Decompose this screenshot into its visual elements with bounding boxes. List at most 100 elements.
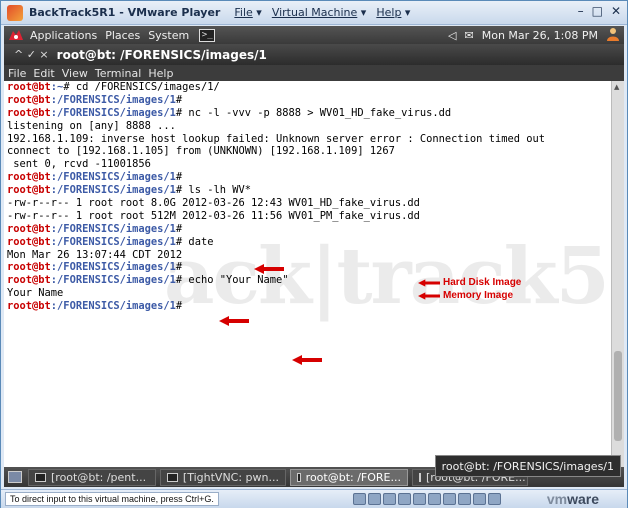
terminal-scrollbar[interactable]: ▲ ▼: [611, 81, 624, 467]
hard-disk-icon[interactable]: [353, 493, 366, 505]
gnome-top-panel: Applications Places System >_ ◁ ✉ Mon Ma…: [4, 26, 624, 44]
vmware-player-window: BackTrack5R1 - VMware Player File ▾ Virt…: [0, 0, 628, 508]
taskbar-item-forensics-active[interactable]: root@bt: /FORE...: [290, 468, 408, 486]
terminal-menu-help[interactable]: Help: [148, 67, 173, 80]
hd-image-arrow-icon: [418, 279, 440, 287]
taskbar-item-pent[interactable]: [root@bt: /pent...: [28, 468, 156, 486]
terminal-line: root@bt:/FORENSICS/images/1#: [7, 171, 545, 184]
vmware-menu-file[interactable]: File ▾: [234, 6, 261, 19]
prompt-path: :~: [50, 81, 64, 93]
terminal-line: root@bt:/FORENSICS/images/1#: [7, 300, 545, 313]
floppy-icon[interactable]: [383, 493, 396, 505]
vmware-window-title: BackTrack5R1 - VMware Player: [29, 6, 221, 19]
command-text: #: [175, 93, 183, 106]
terminal-launcher-icon[interactable]: >_: [199, 28, 216, 42]
terminal-menu-view[interactable]: View: [62, 67, 88, 80]
terminal-menubar: File Edit View Terminal Help: [4, 65, 624, 81]
system-menu[interactable]: System: [148, 29, 189, 42]
command-text: #: [175, 171, 183, 184]
display-icon[interactable]: [473, 493, 486, 505]
printer-icon[interactable]: [443, 493, 456, 505]
gnome-taskbar: [root@bt: /pent... [TightVNC: pwn... roo…: [4, 455, 624, 487]
prompt-user: root@bt: [7, 106, 51, 119]
command-text: # cd /FORENSICS/images/1/: [63, 81, 220, 93]
device-extra-icon[interactable]: [488, 493, 501, 505]
maximize-button[interactable]: □: [592, 4, 603, 18]
memory-image-label: Memory Image: [443, 290, 514, 301]
vmware-app-icon: [7, 4, 23, 21]
prompt-user: root@bt: [7, 93, 51, 106]
input-hint: To direct input to this virtual machine,…: [5, 492, 219, 506]
terminal-line: sent 0, rcvd -11001856: [7, 158, 151, 171]
vmware-logo: vmware: [546, 491, 599, 507]
prompt-user: root@bt: [7, 184, 51, 197]
terminal-line: 192.168.1.109: inverse host lookup faile…: [7, 132, 545, 145]
prompt-user: root@bt: [7, 235, 51, 248]
scrollbar-thumb[interactable]: [614, 351, 622, 441]
terminal-title-controls[interactable]: ^ ✓ ×: [14, 48, 49, 61]
command-text: # date: [175, 235, 214, 248]
prompt-user: root@bt: [7, 81, 51, 93]
close-button[interactable]: ✕: [611, 4, 621, 18]
prompt-user: root@bt: [7, 171, 51, 184]
vmware-status-bar: To direct input to this virtual machine,…: [1, 489, 627, 508]
message-icon[interactable]: [458, 493, 471, 505]
terminal-icon: [419, 472, 421, 482]
terminal-line: -rw-r--r-- 1 root root 8.0G 2012-03-26 1…: [7, 197, 420, 210]
scroll-up-icon[interactable]: ▲: [614, 83, 619, 91]
prompt-path: :/FORENSICS/images/1: [50, 222, 176, 235]
terminal-output[interactable]: ack|track5 root@bt:~# cd /FORENSICS/imag…: [4, 81, 611, 467]
prompt-path: :/FORENSICS/images/1: [50, 261, 176, 274]
vmware-menu-virtual-machine[interactable]: Virtual Machine ▾: [272, 6, 367, 19]
prompt-user: root@bt: [7, 222, 51, 235]
usb-icon[interactable]: [413, 493, 426, 505]
applications-menu[interactable]: Applications: [30, 29, 97, 42]
user-icon[interactable]: [606, 27, 620, 44]
terminal-line: connect to [192.168.1.105] from (UNKNOWN…: [7, 145, 395, 158]
terminal-line: root@bt:/FORENSICS/images/1# ls -lh WV*: [7, 184, 545, 197]
date-command-arrow-icon: [219, 316, 249, 326]
sound-icon[interactable]: [428, 493, 441, 505]
hard-disk-image-label: Hard Disk Image: [443, 277, 522, 288]
terminal-icon: [35, 472, 46, 482]
terminal-titlebar[interactable]: ^ ✓ × root@bt: /FORENSICS/images/1: [4, 44, 624, 65]
ls-command-arrow-icon: [254, 264, 284, 274]
prompt-path: :/FORENSICS/images/1: [50, 274, 176, 287]
terminal-line: root@bt:/FORENSICS/images/1#: [7, 223, 545, 236]
terminal-icon: [297, 472, 301, 482]
prompt-path: :/FORENSICS/images/1: [50, 235, 176, 248]
prompt-user: root@bt: [7, 300, 51, 313]
terminal-line: root@bt:/FORENSICS/images/1# date: [7, 236, 545, 249]
terminal-line: root@bt:~# cd /FORENSICS/images/1/: [7, 81, 545, 94]
command-text: #: [175, 222, 183, 235]
command-text: #: [175, 300, 183, 313]
panel-clock[interactable]: Mon Mar 26, 1:08 PM: [482, 29, 598, 42]
cdrom-icon[interactable]: [368, 493, 381, 505]
terminal-menu-file[interactable]: File: [8, 67, 26, 80]
backtrack-dragon-icon[interactable]: [8, 28, 24, 42]
terminal-menu-edit[interactable]: Edit: [33, 67, 54, 80]
minimize-button[interactable]: –: [578, 4, 584, 18]
command-text: # ls -lh WV*: [175, 184, 251, 197]
prompt-path: :/FORENSICS/images/1: [50, 93, 176, 106]
network-icon[interactable]: [398, 493, 411, 505]
volume-icon[interactable]: ◁: [448, 29, 456, 42]
prompt-path: :/FORENSICS/images/1: [50, 106, 176, 119]
terminal-menu-terminal[interactable]: Terminal: [95, 67, 142, 80]
mail-icon[interactable]: ✉: [465, 29, 474, 42]
command-text: #: [175, 261, 183, 274]
show-desktop-icon[interactable]: [8, 471, 22, 483]
prompt-path: :/FORENSICS/images/1: [50, 184, 176, 197]
vmware-window-controls: – □ ✕: [578, 4, 621, 18]
prompt-path: :/FORENSICS/images/1: [50, 300, 176, 313]
command-text: # nc -l -vvv -p 8888 > WV01_HD_fake_viru…: [175, 106, 452, 119]
vmware-menu-help[interactable]: Help ▾: [376, 6, 410, 19]
places-menu[interactable]: Places: [105, 29, 140, 42]
guest-desktop[interactable]: Applications Places System >_ ◁ ✉ Mon Ma…: [4, 26, 624, 487]
device-icons: [353, 493, 501, 505]
terminal-line: Mon Mar 26 13:07:44 CDT 2012: [7, 248, 183, 261]
command-text: # echo "Your Name": [175, 274, 289, 287]
prompt-user: root@bt: [7, 274, 51, 287]
terminal-title: root@bt: /FORENSICS/images/1: [56, 47, 267, 62]
taskbar-item-tightvnc[interactable]: [TightVNC: pwn...: [160, 468, 286, 486]
